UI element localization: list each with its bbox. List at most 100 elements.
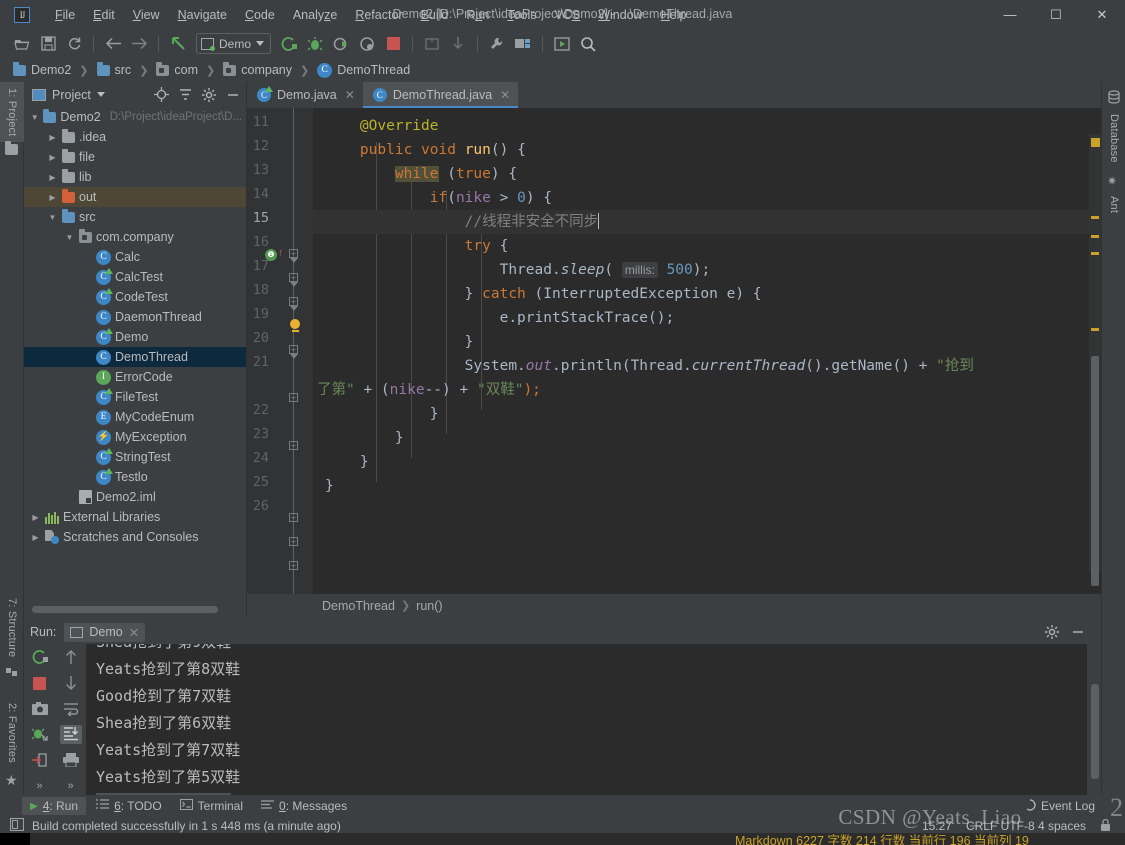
sidebar-item-favorites[interactable]: 2: Favorites [0,697,24,769]
fold-marker[interactable]: – [289,249,298,263]
fold-marker[interactable]: – [289,537,298,546]
menu-vcs[interactable]: VCS [546,5,590,25]
tree-item-demo[interactable]: C Demo [24,327,246,347]
close-button[interactable]: ✕ [1079,0,1125,29]
run-configuration-selector[interactable]: Demo [196,33,272,54]
screenshot-icon[interactable] [29,699,51,718]
override-marker-icon[interactable]: ↑ [278,247,286,259]
tree-item-out[interactable]: ▶ out [24,187,246,207]
sidebar-item-database[interactable]: Database [1102,108,1125,169]
menu-code[interactable]: Code [236,5,284,25]
project-horizontal-scrollbar[interactable] [32,606,242,613]
tree-item-calctest[interactable]: C CalcTest [24,267,246,287]
bottom-tab-messages[interactable]: 0: Messages [253,797,355,815]
tree-item-daemonthread[interactable]: C DaemonThread [24,307,246,327]
tree-item-file[interactable]: ▶ file [24,147,246,167]
run-icon[interactable] [277,32,301,56]
editor-breadcrumb-class[interactable]: DemoThread [322,599,395,613]
fold-marker[interactable]: – [289,345,298,359]
tree-item-demo2-iml[interactable]: Demo2.iml [24,487,246,507]
more-icon[interactable]: » [29,776,51,795]
run-anything-icon[interactable] [550,32,574,56]
exit-icon[interactable] [29,751,51,770]
editor-gutter[interactable]: ❶ ↑ – – – – – – – – – 11 12 13 14 15 16 17 18 19… [247,108,313,594]
menu-build[interactable]: Build [412,5,458,25]
sync-icon[interactable] [62,32,86,56]
tree-item-lib[interactable]: ▶ lib [24,167,246,187]
build-icon[interactable] [420,32,444,56]
tree-item-com-company[interactable]: ▼ com.company [24,227,246,247]
project-structure-icon[interactable] [511,32,535,56]
revert-icon[interactable] [166,32,190,56]
chevron-right-icon[interactable]: ▶ [47,153,58,162]
tree-item-scratches-and-consoles[interactable]: ▶ Scratches and Consoles [24,527,246,547]
chevron-right-icon[interactable]: ▶ [47,173,58,182]
tree-item-calc[interactable]: C Calc [24,247,246,267]
dump-threads-icon[interactable] [29,725,51,744]
down-arrow-icon[interactable] [60,674,82,693]
breadcrumb-item-com[interactable]: com [153,61,201,78]
tree-item-filetest[interactable]: C FileTest [24,387,246,407]
chevron-right-icon[interactable]: ▶ [47,193,58,202]
tree-item-stringtest[interactable]: C StringTest [24,447,246,467]
menu-refactor[interactable]: Refactor [346,5,411,25]
tree-item-testlo[interactable]: C Testlo [24,467,246,487]
menu-analyze[interactable]: Analyze [284,5,346,25]
save-icon[interactable] [36,32,60,56]
bottom-tab-terminal[interactable]: Terminal [172,797,251,815]
fold-marker[interactable]: – [289,513,298,522]
menu-window[interactable]: Window [589,5,651,25]
chevron-down-icon[interactable] [96,92,105,97]
locate-icon[interactable] [152,86,170,104]
soft-wrap-icon[interactable] [60,699,82,718]
tree-item-src[interactable]: ▼ src [24,207,246,227]
chevron-right-icon[interactable]: ▶ [30,533,41,542]
stripe-warning-mark[interactable] [1091,252,1099,255]
scroll-to-end-icon[interactable] [59,725,82,744]
menu-help[interactable]: Help [652,5,696,25]
breadcrumb-item-module[interactable]: Demo2 [10,61,74,78]
print-icon[interactable] [60,751,82,770]
more-icon[interactable]: » [60,776,82,795]
chevron-right-icon[interactable]: ▶ [47,133,58,142]
tree-item-demothread[interactable]: C DemoThread [24,347,246,367]
breadcrumb-item-class[interactable]: C DemoThread [314,62,413,79]
fold-marker[interactable]: – [289,393,298,402]
close-icon[interactable]: ✕ [129,625,139,640]
bottom-tab-todo[interactable]: 6: TODO [88,797,170,815]
stripe-warning-mark[interactable] [1091,328,1099,331]
intention-bulb-icon[interactable] [288,319,302,333]
collapse-all-icon[interactable] [176,86,194,104]
editor-tab-demothread[interactable]: C DemoThread.java ✕ [362,82,519,108]
run-with-coverage-icon[interactable] [329,32,353,56]
menu-view[interactable]: View [124,5,169,25]
run-tab-demo[interactable]: Demo ✕ [64,622,146,642]
tree-item-demo2[interactable]: ▼ Demo2 D:\Project\ideaProject\D... [24,107,246,127]
minimize-button[interactable]: — [987,0,1033,29]
run-console[interactable]: Shea抢到了第9双鞋 Yeats抢到了第8双鞋 Good抢到了第7双鞋 Shea抢到… [86,644,1087,795]
menu-edit[interactable]: Edit [84,5,124,25]
editor-tab-demo[interactable]: C Demo.java ✕ [247,82,363,108]
menu-run[interactable]: Run [457,5,498,25]
code-area[interactable]: ❶ ↑ – – – – – – – – – 11 12 13 14 15 16 17 18 19… [247,108,1101,594]
tree-item--idea[interactable]: ▶ .idea [24,127,246,147]
search-everywhere-icon[interactable] [576,32,600,56]
sidebar-item-project[interactable]: 1: Project [0,82,24,143]
sidebar-item-structure[interactable]: 7: Structure [0,592,24,663]
gear-icon[interactable] [200,86,218,104]
stop-icon[interactable] [29,674,51,693]
maximize-button[interactable]: ☐ [1033,0,1079,29]
close-icon[interactable]: ✕ [500,88,510,102]
profile-icon[interactable] [355,32,379,56]
tree-item-errorcode[interactable]: I ErrorCode [24,367,246,387]
sidebar-item-ant[interactable]: Ant [1102,190,1125,219]
wrench-icon[interactable] [485,32,509,56]
editor-scrollbar-thumb[interactable] [1091,356,1099,586]
tree-item-mycodeenum[interactable]: E MyCodeEnum [24,407,246,427]
debug-icon[interactable] [303,32,327,56]
chevron-down-icon[interactable]: ▼ [47,213,58,222]
fold-marker[interactable]: – [289,297,298,311]
breadcrumb-item-src[interactable]: src [94,61,135,78]
rerun-icon[interactable] [29,648,51,667]
hide-icon[interactable] [224,86,242,104]
